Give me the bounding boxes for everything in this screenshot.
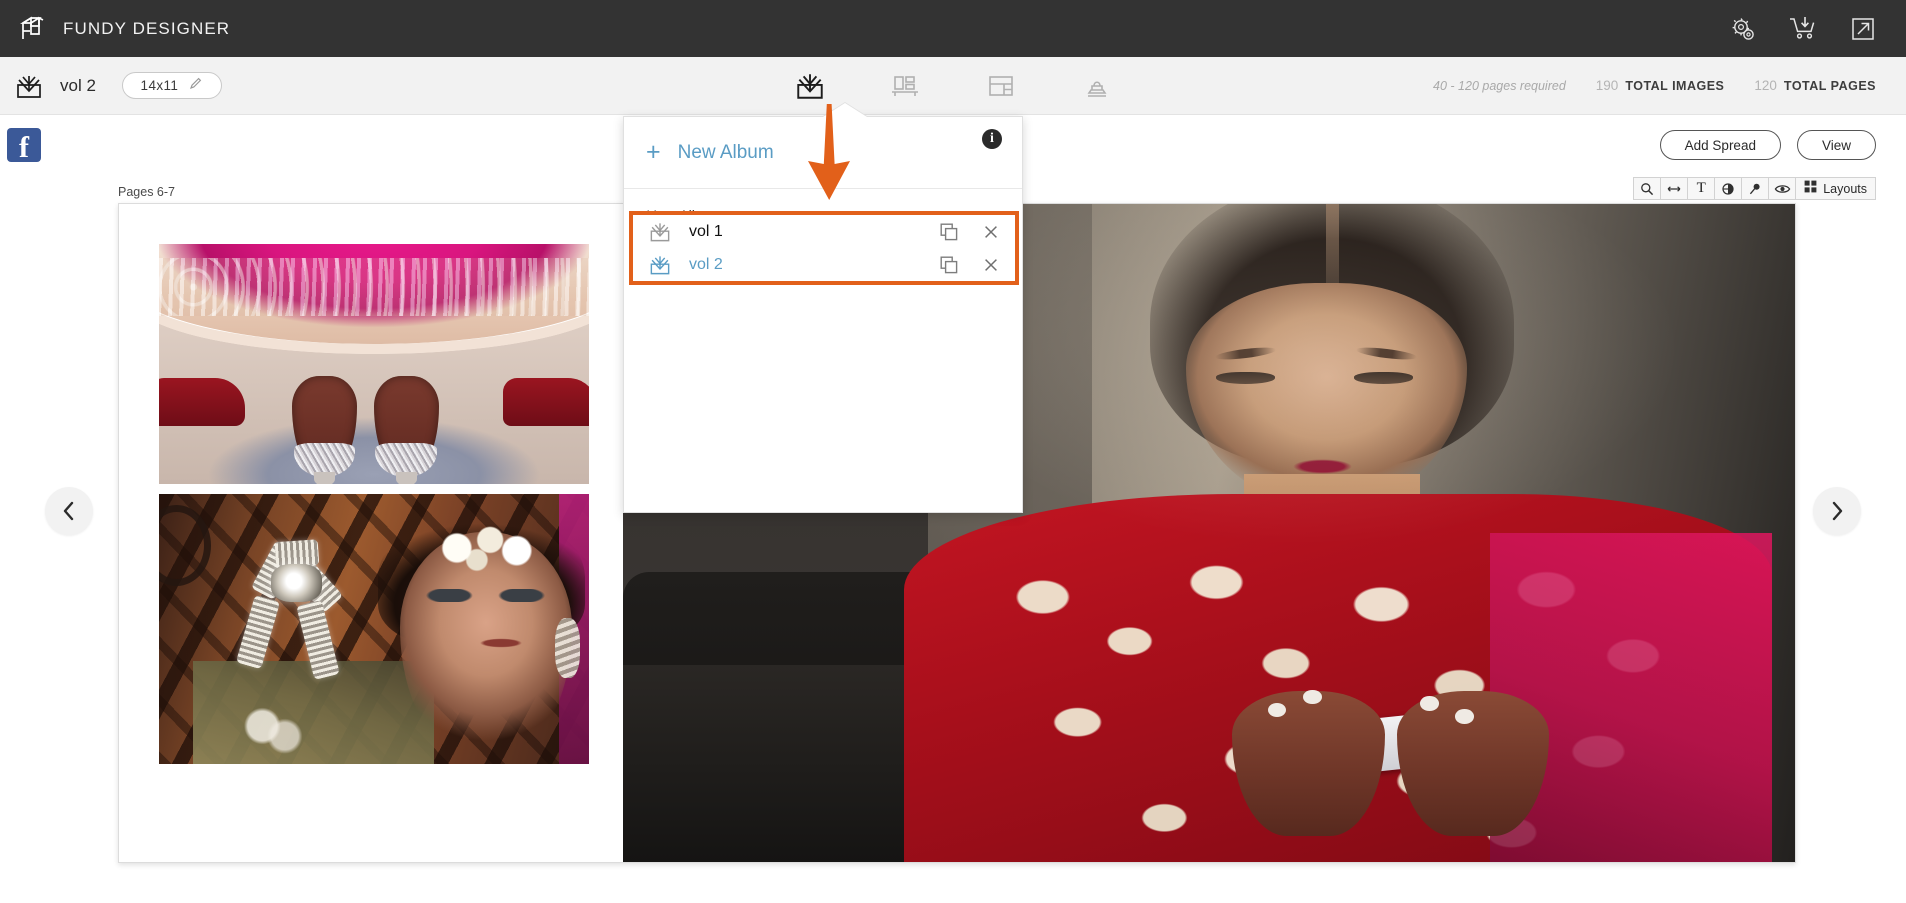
measure-icon[interactable] bbox=[1660, 177, 1689, 200]
text-icon-glyph: T bbox=[1696, 180, 1706, 196]
mode-tool-group bbox=[788, 66, 1118, 106]
albums-dropdown-panel: + New Album i Your Albums vol 1 bbox=[623, 116, 1023, 513]
duplicate-icon[interactable] bbox=[939, 222, 959, 242]
chevron-right-icon bbox=[1832, 501, 1843, 521]
cart-download-icon[interactable] bbox=[1788, 14, 1818, 44]
stat-total-pages: 120 TOTAL PAGES bbox=[1754, 78, 1876, 93]
album-row-vol-2[interactable]: vol 2 bbox=[633, 248, 1015, 281]
layouts-label: Layouts bbox=[1823, 181, 1867, 196]
design-tool[interactable] bbox=[883, 66, 927, 106]
info-icon[interactable]: i bbox=[982, 129, 1002, 149]
external-link-icon[interactable] bbox=[1848, 14, 1878, 44]
pages-range-label: Pages 6-7 bbox=[118, 185, 175, 199]
duplicate-icon[interactable] bbox=[939, 255, 959, 275]
page-left[interactable] bbox=[119, 204, 623, 862]
album-row-vol-1[interactable]: vol 1 bbox=[633, 215, 1015, 248]
layouts-button[interactable]: Layouts bbox=[1795, 177, 1876, 200]
pencil-icon[interactable] bbox=[188, 76, 203, 96]
photo-bridal-feet-image bbox=[159, 244, 589, 484]
eye-icon[interactable] bbox=[1768, 177, 1797, 200]
album-list-highlighted: vol 1 vol 2 bbox=[629, 211, 1019, 285]
pages-required-text: 40 - 120 pages required bbox=[1433, 79, 1566, 93]
stamp-tool[interactable] bbox=[1074, 66, 1118, 106]
chevron-left-icon bbox=[63, 501, 74, 521]
album-book-icon bbox=[647, 253, 673, 277]
album-size-pill[interactable]: 14x11 bbox=[121, 72, 222, 99]
settings-gear-icon[interactable] bbox=[1728, 14, 1758, 44]
album-size-value: 14x11 bbox=[140, 78, 179, 93]
prev-spread-button[interactable] bbox=[45, 487, 93, 535]
close-icon[interactable] bbox=[981, 222, 1001, 242]
album-stats: 40 - 120 pages required 190 TOTAL IMAGES… bbox=[1433, 78, 1876, 93]
app-title: FUNDY DESIGNER bbox=[63, 18, 231, 38]
fundy-logo-icon[interactable] bbox=[13, 11, 49, 47]
photo-crystal-brooch-image bbox=[159, 494, 589, 764]
add-spread-button[interactable]: Add Spread bbox=[1659, 130, 1781, 160]
total-images-label: TOTAL IMAGES bbox=[1625, 79, 1725, 93]
layouts-grid-icon bbox=[1804, 180, 1817, 198]
pin-icon[interactable] bbox=[1741, 177, 1770, 200]
canvas-tool-strip: T Layouts bbox=[1633, 177, 1876, 200]
zoom-icon[interactable] bbox=[1633, 177, 1662, 200]
layout-tool[interactable] bbox=[979, 66, 1023, 106]
facebook-icon[interactable]: f bbox=[7, 128, 41, 162]
album-tool[interactable] bbox=[788, 66, 832, 106]
album-name-label: vol 2 bbox=[689, 255, 723, 273]
total-pages-label: TOTAL PAGES bbox=[1783, 79, 1876, 93]
total-images-count: 190 bbox=[1595, 78, 1619, 93]
album-book-icon bbox=[12, 69, 46, 103]
next-spread-button[interactable] bbox=[1813, 487, 1861, 535]
current-album-name: vol 2 bbox=[60, 75, 96, 95]
album-row-actions bbox=[939, 222, 1001, 242]
header-actions bbox=[1728, 14, 1878, 44]
new-album-label: New Album bbox=[677, 141, 774, 163]
total-pages-count: 120 bbox=[1754, 78, 1777, 93]
album-name-label: vol 1 bbox=[689, 222, 723, 240]
photo-bridal-feet[interactable] bbox=[159, 244, 589, 484]
text-icon[interactable]: T bbox=[1687, 177, 1716, 200]
contrast-icon[interactable] bbox=[1714, 177, 1743, 200]
stat-total-images: 190 TOTAL IMAGES bbox=[1596, 78, 1725, 93]
album-row-actions bbox=[939, 255, 1001, 275]
dropdown-caret bbox=[823, 103, 867, 117]
close-icon[interactable] bbox=[981, 255, 1001, 275]
top-header-bar: FUNDY DESIGNER bbox=[0, 0, 1906, 57]
view-button[interactable]: View bbox=[1796, 130, 1876, 160]
album-toolbar: vol 2 14x11 40 - 120 pages required 190 … bbox=[0, 57, 1906, 115]
spread-actions: Add Spread View bbox=[1659, 130, 1876, 160]
new-album-row[interactable]: + New Album i bbox=[624, 117, 1022, 189]
plus-icon: + bbox=[646, 138, 661, 166]
photo-crystal-brooch[interactable] bbox=[159, 494, 589, 764]
app-root: FUNDY DESIGNER vol 2 14x11 40 - 120 page… bbox=[0, 0, 1906, 903]
album-book-icon bbox=[647, 220, 673, 244]
